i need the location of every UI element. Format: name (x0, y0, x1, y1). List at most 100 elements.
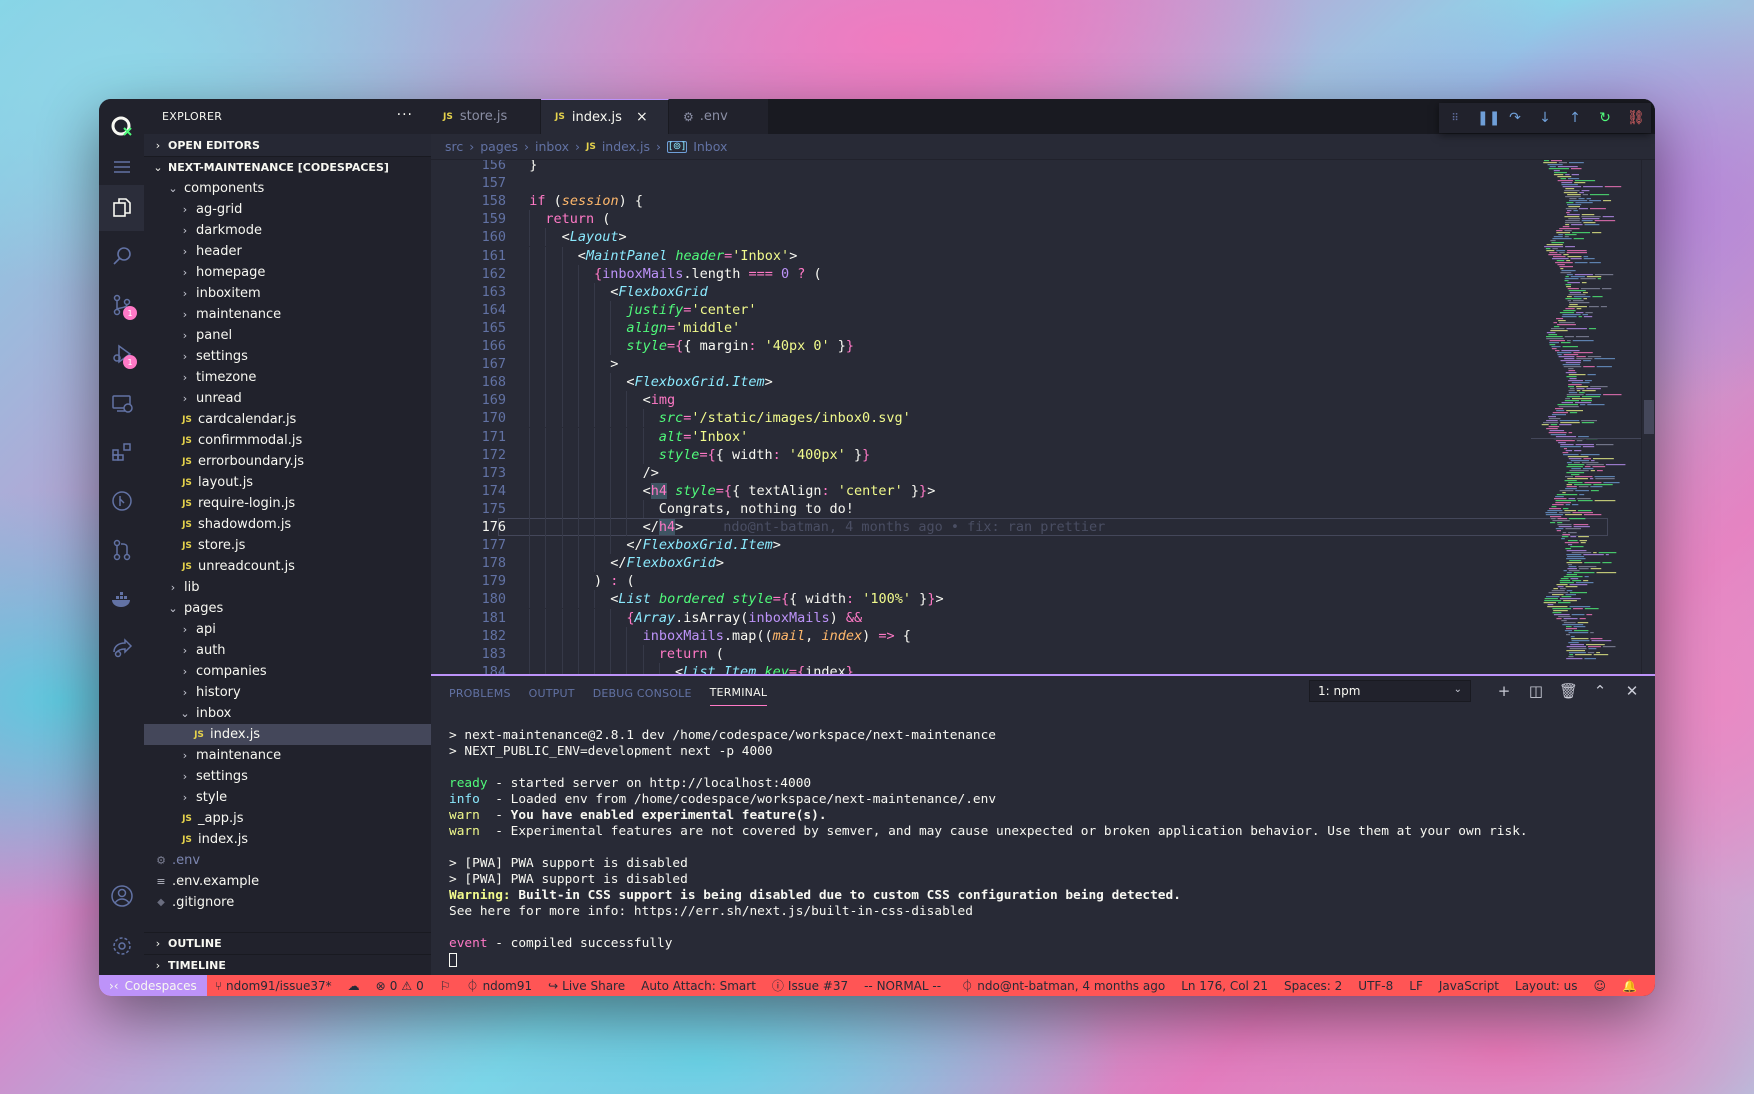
codespaces-logo-icon[interactable] (99, 103, 144, 149)
step-into-icon[interactable]: ↓ (1537, 110, 1553, 126)
tree-folder[interactable]: › settings (144, 346, 431, 367)
tree-folder[interactable]: ⌄ inbox (144, 703, 431, 724)
close-tab-icon[interactable]: × (636, 109, 648, 125)
problems-indicator[interactable]: ⊗ 0 ⚠ 0 (368, 979, 432, 993)
github-icon[interactable] (99, 478, 144, 524)
accounts-icon[interactable] (99, 873, 144, 919)
tab-index-js[interactable]: JS index.js × (541, 99, 669, 134)
code-line[interactable]: 172 style={{ width: '400px' }} (431, 446, 1531, 464)
outline-section[interactable]: › OUTLINE (144, 932, 431, 954)
tree-folder[interactable]: › api (144, 619, 431, 640)
tree-file[interactable]: JS require-login.js (144, 493, 431, 514)
tab-store-js[interactable]: JS store.js (431, 99, 541, 134)
tree-folder[interactable]: › companies (144, 661, 431, 682)
scrollbar-thumb[interactable] (1644, 400, 1654, 434)
feedback-button[interactable]: ☺ (1586, 979, 1615, 993)
workspace-section[interactable]: ⌄ NEXT-MAINTENANCE [CODESPACES] (144, 156, 431, 178)
user-indicator[interactable]: ⏀ ndom91 (459, 977, 541, 994)
run-debug-icon[interactable]: 1 (99, 331, 144, 377)
code-line[interactable]: 184 <List.Item key={index} (431, 663, 1531, 674)
manage-gear-icon[interactable] (99, 923, 144, 969)
tab-problems[interactable]: PROBLEMS (449, 679, 511, 706)
indentation[interactable]: Spaces: 2 (1276, 979, 1350, 993)
terminal-prompt-line[interactable] (449, 952, 1528, 968)
tree-folder[interactable]: › homepage (144, 262, 431, 283)
tree-folder[interactable]: › inboxitem (144, 283, 431, 304)
code-line[interactable]: 163 <FlexboxGrid (431, 283, 1531, 301)
tree-folder[interactable]: › history (144, 682, 431, 703)
code-line[interactable]: 175 Congrats, nothing to do! (431, 500, 1531, 518)
code-line[interactable]: 181 {Array.isArray(inboxMails) && (431, 609, 1531, 627)
tree-file[interactable]: ⚙ .env (144, 850, 431, 871)
terminal-select[interactable]: 1: npm ⌄ (1309, 680, 1471, 702)
breadcrumb-item[interactable]: Inbox (693, 139, 727, 154)
tree-folder[interactable]: › unread (144, 388, 431, 409)
code-line[interactable]: 167 > (431, 355, 1531, 373)
code-line[interactable]: 160 <Layout> (431, 228, 1531, 246)
code-line[interactable]: 169 <img (431, 391, 1531, 409)
tree-folder[interactable]: › maintenance (144, 304, 431, 325)
tree-file[interactable]: JS cardcalendar.js (144, 409, 431, 430)
code-line[interactable]: 178 </FlexboxGrid> (431, 554, 1531, 572)
code-line[interactable]: 173 /> (431, 464, 1531, 482)
editor-scrollbar[interactable] (1641, 160, 1655, 674)
tree-file[interactable]: JS index.js (144, 829, 431, 850)
code-line[interactable]: 180 <List bordered style={{ width: '100%'… (431, 590, 1531, 608)
split-terminal-icon[interactable]: ◫ (1527, 682, 1545, 700)
code-line[interactable]: 171 alt='Inbox' (431, 428, 1531, 446)
code-line[interactable]: 159 return ( (431, 210, 1531, 228)
code-line[interactable]: 183 return ( (431, 645, 1531, 663)
close-panel-icon[interactable]: ✕ (1623, 682, 1641, 700)
timeline-section[interactable]: › TIMELINE (144, 954, 431, 976)
tree-file[interactable]: JS confirmmodal.js (144, 430, 431, 451)
pause-icon[interactable]: ❚❚ (1477, 110, 1500, 126)
sync-indicator[interactable]: ☁ (340, 979, 368, 993)
tree-folder[interactable]: › auth (144, 640, 431, 661)
code-line[interactable]: 161 <MaintPanel header='Inbox'> (431, 247, 1531, 265)
encoding[interactable]: UTF-8 (1350, 979, 1401, 993)
open-editors-section[interactable]: › OPEN EDITORS (144, 134, 431, 156)
source-control-icon[interactable]: 1 (99, 282, 144, 328)
chevron-up-icon[interactable]: ⌃ (1591, 682, 1609, 700)
language-mode[interactable]: JavaScript (1431, 979, 1507, 993)
auto-attach-indicator[interactable]: Auto Attach: Smart (633, 979, 764, 993)
tree-folder[interactable]: › header (144, 241, 431, 262)
tree-file[interactable]: ≡ .env.example (144, 871, 431, 892)
debug-launch-indicator[interactable]: ⚐ (432, 979, 459, 993)
tab-output[interactable]: OUTPUT (529, 679, 575, 706)
drag-handle-icon[interactable]: ⠿ (1447, 113, 1463, 124)
breadcrumb-item[interactable]: pages (480, 139, 518, 154)
trash-icon[interactable]: 🗑 (1559, 682, 1578, 700)
search-icon[interactable] (99, 233, 144, 279)
code-line[interactable]: 157 (431, 174, 1531, 192)
code-line[interactable]: 177 </FlexboxGrid.Item> (431, 536, 1531, 554)
code-line[interactable]: 162 {inboxMails.length === 0 ? ( (431, 265, 1531, 283)
code-line[interactable]: 158 if (session) { (431, 192, 1531, 210)
tab-env[interactable]: ⚙ .env (669, 99, 769, 134)
docker-icon[interactable] (99, 576, 144, 622)
tree-folder[interactable]: ⌄ pages (144, 598, 431, 619)
tree-file[interactable]: JS store.js (144, 535, 431, 556)
live-share-indicator[interactable]: ↪ Live Share (540, 979, 633, 993)
tree-file[interactable]: JS shadowdom.js (144, 514, 431, 535)
code-editor[interactable]: 156} 157 158 if (session) {159 return (160 <L… (431, 160, 1655, 674)
code-line[interactable]: 165 align='middle' (431, 319, 1531, 337)
code-line[interactable]: 176 </h4> ndo@nt-batman, 4 months ago • fi… (431, 518, 1531, 536)
tree-folder[interactable]: › maintenance (144, 745, 431, 766)
tree-folder[interactable]: › ag-grid (144, 199, 431, 220)
issue-indicator[interactable]: ⓘ Issue #37 (764, 977, 856, 994)
tree-file[interactable]: JS index.js (144, 724, 431, 745)
tree-file[interactable]: JS _app.js (144, 808, 431, 829)
disconnect-icon[interactable]: ⛓ (1627, 110, 1645, 126)
explorer-icon[interactable] (99, 185, 144, 231)
tree-folder[interactable]: › panel (144, 325, 431, 346)
code-line[interactable]: 166 style={{ margin: '40px 0' }} (431, 337, 1531, 355)
remote-indicator[interactable]: ›‹ Codespaces (99, 975, 207, 996)
minimap[interactable] (1531, 160, 1641, 674)
keyboard-layout[interactable]: Layout: us (1507, 979, 1586, 993)
restart-icon[interactable]: ↻ (1597, 110, 1613, 126)
tree-file[interactable]: ◆ .gitignore (144, 892, 431, 913)
tree-file[interactable]: JS unreadcount.js (144, 556, 431, 577)
more-actions-icon[interactable]: ··· (397, 107, 413, 123)
terminal-output[interactable]: > next-maintenance@2.8.1 dev /home/codes… (449, 728, 1528, 968)
